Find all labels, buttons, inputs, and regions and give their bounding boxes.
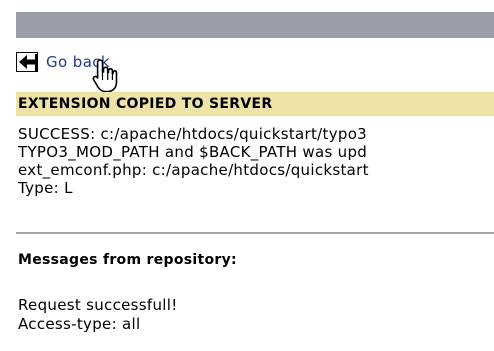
- extension-status-heading: EXTENSION COPIED TO SERVER: [16, 92, 494, 116]
- repository-messages-heading: Messages from repository:: [18, 252, 237, 268]
- result-line: ext_emconf.php: c:/apache/htdocs/quickst…: [18, 161, 369, 179]
- section-divider: [16, 232, 494, 234]
- arrow-left-icon[interactable]: [16, 52, 38, 72]
- repository-message-line: Access-type: all: [18, 315, 141, 333]
- result-line: Type: L: [18, 179, 73, 197]
- page: Go back EXTENSION COPIED TO SERVER SUCCE…: [0, 0, 494, 351]
- result-line: TYPO3_MOD_PATH and $BACK_PATH was upd: [18, 143, 368, 161]
- repository-messages: Request successfull! Access-type: all: [18, 296, 178, 334]
- hand-pointer-icon: [92, 59, 118, 93]
- top-header-bar: [16, 12, 494, 38]
- result-line: SUCCESS: c:/apache/htdocs/quickstart/typ…: [18, 125, 368, 143]
- repository-message-line: Request successfull!: [18, 296, 178, 314]
- extension-result-messages: SUCCESS: c:/apache/htdocs/quickstart/typ…: [18, 125, 494, 197]
